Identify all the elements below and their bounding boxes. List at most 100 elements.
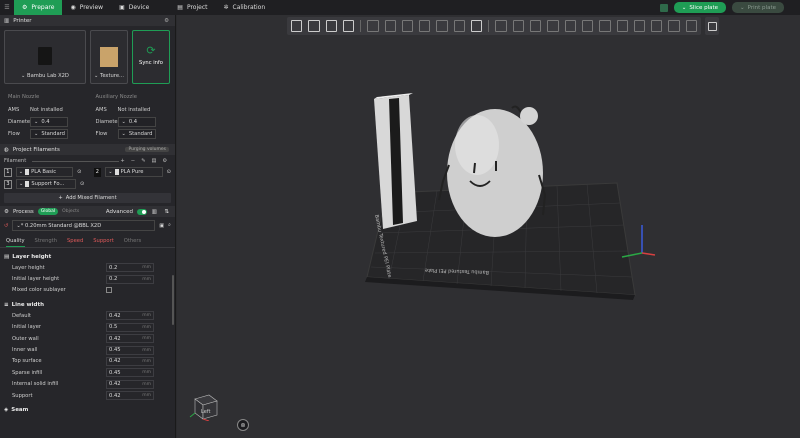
tab-project[interactable]: ▤ Project <box>169 0 215 15</box>
param-unit: mm <box>142 324 151 330</box>
cut-icon[interactable] <box>436 20 448 32</box>
advanced-toggle[interactable] <box>137 208 147 215</box>
param-value: 0.42 <box>109 312 121 319</box>
printer-select-card[interactable]: ⌄ Bambu Lab X2D <box>4 30 86 84</box>
view-settings-button[interactable] <box>705 17 719 35</box>
rotate-icon[interactable] <box>384 20 396 32</box>
sync-label: Sync info <box>139 60 163 66</box>
brim-ears-icon[interactable] <box>599 20 611 32</box>
filament-select[interactable]: ⌄ Support Fo... <box>16 179 76 189</box>
edit-icon[interactable]: ✎ <box>141 158 145 164</box>
mesh-boolean-icon[interactable] <box>453 20 466 32</box>
sync-info-button[interactable]: ⟳ Sync info <box>132 30 170 84</box>
menu-icon[interactable]: ☰ <box>0 0 14 15</box>
param-input[interactable]: 0.42 mm <box>106 356 154 366</box>
diameter-label: Diameter <box>95 118 120 125</box>
param-input[interactable]: 0.45 mm <box>106 345 154 355</box>
line-width-rows: Default 0.42 mm Initial layer 0.5 mm Outer wal… <box>0 310 175 401</box>
filament-number[interactable]: 3 <box>4 179 12 189</box>
tab-others[interactable]: Others <box>124 238 141 247</box>
settings-icon[interactable]: ⊙ <box>167 169 171 175</box>
color-paint-icon[interactable] <box>529 20 542 32</box>
filament-select[interactable]: ⌄ PLA Pure <box>105 167 163 177</box>
tab-speed[interactable]: Speed <box>67 238 83 247</box>
param-input[interactable]: 0.42 mm <box>106 391 154 401</box>
copy-icon[interactable]: ▥ <box>152 209 157 215</box>
param-input[interactable]: 0.2 mm <box>106 263 154 273</box>
text-icon[interactable] <box>471 20 483 32</box>
slice-plate-button[interactable]: ⌄ Slice plate <box>673 2 727 13</box>
ams-value: Not installed <box>117 106 151 113</box>
orient-icon[interactable] <box>325 20 337 32</box>
param-input[interactable]: 0.42 mm <box>106 334 154 344</box>
arrange-icon[interactable] <box>342 20 355 32</box>
filament-number[interactable]: 1 <box>4 167 12 177</box>
diameter-select[interactable]: ⌄ 0.4 <box>117 116 156 127</box>
plate-icon[interactable] <box>659 3 668 12</box>
tab-device[interactable]: ▣ Device <box>111 0 157 15</box>
param-input[interactable]: 0.2 mm <box>106 274 154 284</box>
param-input[interactable]: 0.42 mm <box>106 311 154 321</box>
process-preset-select[interactable]: ⌄ * 0.20mm Standard @BBL X2D <box>12 220 156 231</box>
print-icon[interactable]: ▤ <box>151 158 156 164</box>
param-input[interactable]: 0.42 mm <box>106 379 154 389</box>
search-icon[interactable]: ⌕ <box>168 222 171 229</box>
scale-icon[interactable] <box>401 20 414 32</box>
lay-on-face-icon[interactable] <box>419 20 431 32</box>
support-paint-icon[interactable] <box>495 20 507 32</box>
tab-calibration[interactable]: ✲ Calibration <box>215 0 273 15</box>
grid-icon[interactable] <box>308 20 320 32</box>
project-icon: ▤ <box>177 4 183 11</box>
settings-icon[interactable]: ⊙ <box>80 181 84 187</box>
view-icon[interactable] <box>685 20 698 32</box>
3d-viewport[interactable]: Bambu Textured PEI Plate Bambu Textured … <box>177 15 800 438</box>
purging-volumes-button[interactable]: Purging volumes <box>125 147 169 152</box>
split-icon[interactable] <box>651 20 663 32</box>
tab-strength[interactable]: Strength <box>35 238 57 247</box>
filament-select[interactable]: ⌄ PLA Basic <box>15 167 74 177</box>
sync-icon: ⟳ <box>146 44 156 57</box>
divider <box>32 161 119 162</box>
camera-icon <box>707 21 717 31</box>
zoom-fit-button[interactable]: ⊚ <box>237 419 249 431</box>
move-icon[interactable] <box>367 20 379 32</box>
tab-preview[interactable]: ◉ Preview <box>62 0 111 15</box>
settings-icon[interactable]: ⊙ <box>77 169 81 175</box>
tab-quality[interactable]: Quality <box>6 238 25 247</box>
param-input[interactable]: 0.5 mm <box>106 322 154 332</box>
flow-select[interactable]: ⌄ Standard <box>30 128 68 139</box>
reset-icon[interactable]: ↺ <box>4 223 8 229</box>
add-icon[interactable]: + <box>120 158 124 164</box>
remove-icon[interactable]: − <box>131 158 135 164</box>
print-plate-button[interactable]: ⌄ Print plate <box>732 2 784 13</box>
emboss-icon[interactable] <box>616 20 628 32</box>
filament-number[interactable]: 2 <box>93 167 102 177</box>
measure-icon[interactable] <box>564 20 576 32</box>
gear-icon[interactable]: ⚙ <box>162 158 167 164</box>
filament-row: 3 ⌄ Support Fo... ⊙ <box>0 178 175 190</box>
topbar-actions: ⌄ Slice plate ⌄ Print plate <box>659 2 784 13</box>
tab-prepare[interactable]: ⚙ Prepare <box>14 0 63 15</box>
printer-image <box>38 47 52 65</box>
flow-select[interactable]: ⌄ Standard <box>117 128 156 139</box>
assembly-icon[interactable] <box>581 20 594 32</box>
mixed-color-checkbox[interactable] <box>106 287 112 294</box>
svg-icon[interactable] <box>633 20 646 32</box>
gear-icon[interactable]: ⚙ <box>164 18 169 24</box>
add-mixed-filament-button[interactable]: + Add Mixed Filament <box>4 193 171 203</box>
diameter-select[interactable]: ⌄ 0.4 <box>30 116 68 127</box>
global-toggle[interactable]: Global <box>37 208 59 215</box>
variable-height-icon[interactable] <box>668 20 680 32</box>
seam-paint-icon[interactable] <box>512 20 524 32</box>
add-object-icon[interactable] <box>291 20 303 32</box>
prepare-icon: ⚙ <box>22 4 28 11</box>
sidebar-scrollbar[interactable] <box>172 275 174 325</box>
objects-toggle[interactable]: Objects <box>62 209 79 214</box>
tab-support[interactable]: Support <box>93 238 114 247</box>
fuzzy-skin-icon[interactable] <box>547 20 559 32</box>
compare-icon[interactable]: ⇅ <box>164 209 169 215</box>
param-input[interactable]: 0.45 mm <box>106 368 154 378</box>
plate-select-card[interactable]: ⌄ Texture... <box>90 30 128 84</box>
navigation-cube[interactable]: Left <box>189 391 219 422</box>
save-icon[interactable]: ▣ <box>159 223 164 229</box>
